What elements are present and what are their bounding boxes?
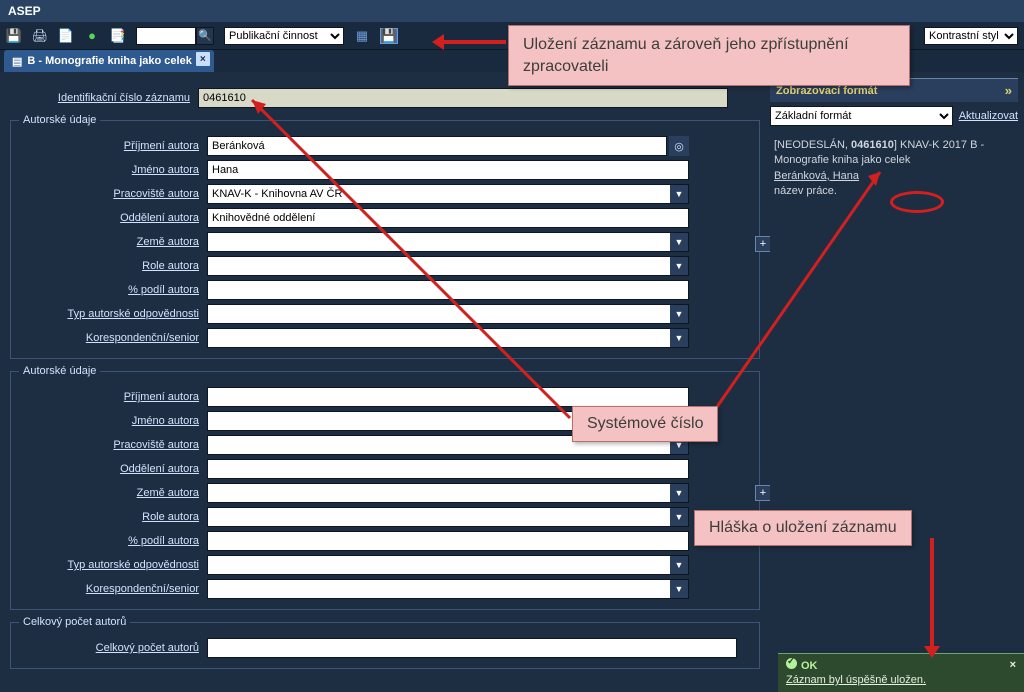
- save-publish-icon[interactable]: 💾: [380, 28, 398, 44]
- chevron-down-icon: ▼: [670, 580, 688, 598]
- department-field[interactable]: [207, 208, 689, 228]
- chevron-down-icon: ▼: [670, 508, 688, 526]
- callout-sysnum: Systémové číslo: [572, 406, 718, 442]
- department-label: Oddělení autora: [19, 212, 207, 224]
- country-label-2: Země autora: [19, 487, 207, 499]
- firstname-label-2: Jméno autora: [19, 415, 207, 427]
- resp-label: Typ autorské odpovědnosti: [19, 308, 207, 320]
- tab-close-icon[interactable]: ×: [196, 52, 210, 66]
- country-select-2[interactable]: ▼: [207, 483, 689, 503]
- toast-message: Záznam byl úspěšně uložen.: [786, 674, 1016, 686]
- chevron-down-icon: ▼: [670, 305, 688, 323]
- id-field: [198, 88, 728, 108]
- author-legend-2: Autorské údaje: [19, 365, 100, 377]
- role-select[interactable]: ▼: [207, 256, 689, 276]
- surname-label-2: Příjmení autora: [19, 391, 207, 403]
- corr-select[interactable]: ▼: [207, 328, 689, 348]
- format-select[interactable]: Základní formát: [770, 106, 953, 126]
- ok-toast: OK × Záznam byl úspěšně uložen.: [778, 653, 1024, 692]
- copy-icon[interactable]: 📄: [58, 28, 74, 44]
- print-icon[interactable]: 🖨: [32, 28, 48, 44]
- corr-label-2: Korespondenční/senior: [19, 583, 207, 595]
- total-group: Celkový počet autorů Celkový počet autor…: [10, 616, 760, 669]
- tab-monograph[interactable]: ▤ B - Monografie kniha jako celek ×: [4, 50, 214, 72]
- tab-doc-icon: ▤: [12, 55, 22, 68]
- author-legend-1: Autorské údaje: [19, 114, 100, 126]
- repeat-controls-2: + − ↕: [755, 485, 770, 501]
- department-label-2: Oddělení autora: [19, 463, 207, 475]
- author-group-1: Autorské údaje Příjmení autora ◎ Jméno a…: [10, 114, 760, 359]
- side-pane: Zobrazovací formát » Základní formát Akt…: [770, 72, 1024, 692]
- surname-field[interactable]: [207, 136, 667, 156]
- check-icon[interactable]: ●: [84, 28, 100, 44]
- firstname-field[interactable]: [207, 160, 689, 180]
- share-label: % podíl autora: [19, 284, 207, 296]
- search-input[interactable]: [136, 27, 196, 45]
- ok-check-icon: [786, 658, 797, 669]
- preview-status: [NEODESLÁN,: [774, 139, 848, 151]
- chevron-down-icon: ▼: [670, 185, 688, 203]
- department-field-2[interactable]: [207, 459, 689, 479]
- share-field[interactable]: [207, 280, 689, 300]
- chevron-down-icon: ▼: [670, 484, 688, 502]
- firstname-label: Jméno autora: [19, 164, 207, 176]
- workplace-value: KNAV-K - Knihovna AV ČR: [212, 188, 342, 200]
- add-button[interactable]: +: [755, 485, 770, 501]
- corr-label: Korespondenční/senior: [19, 332, 207, 344]
- side-panel-title: Zobrazovací formát: [776, 85, 877, 97]
- app-title: ASEP: [0, 0, 1024, 22]
- workplace-label: Pracoviště autora: [19, 188, 207, 200]
- surname-label: Příjmení autora: [19, 140, 207, 152]
- role-select-2[interactable]: ▼: [207, 507, 689, 527]
- tab-label: B - Monografie kniha jako celek: [27, 55, 191, 67]
- repeat-controls-1: + − ↕: [755, 236, 770, 252]
- preview-author[interactable]: Beránková, Hana: [774, 170, 859, 182]
- surname-field-2[interactable]: [207, 387, 689, 407]
- collapse-icon[interactable]: »: [1005, 83, 1012, 98]
- country-label: Země autora: [19, 236, 207, 248]
- export-icon[interactable]: 📑: [110, 28, 126, 44]
- resp-label-2: Typ autorské odpovědnosti: [19, 559, 207, 571]
- resp-select[interactable]: ▼: [207, 304, 689, 324]
- search-group: 🔍: [136, 27, 214, 45]
- role-label: Role autora: [19, 260, 207, 272]
- ok-label: OK: [801, 660, 818, 672]
- form-pane: Identifikační číslo záznamu Autorské úda…: [0, 72, 770, 692]
- activity-select[interactable]: Publikační činnost: [224, 27, 344, 45]
- chevron-down-icon: ▼: [670, 257, 688, 275]
- total-legend: Celkový počet autorů: [19, 616, 130, 628]
- save-icon[interactable]: 💾: [6, 28, 22, 44]
- total-field[interactable]: [207, 638, 737, 658]
- search-button[interactable]: 🔍: [196, 27, 214, 45]
- author-group-2: Autorské údaje Příjmení autora Jméno aut…: [10, 365, 760, 610]
- add-button[interactable]: +: [755, 236, 770, 252]
- chevron-down-icon: ▼: [670, 233, 688, 251]
- callout-okmsg: Hláška o uložení záznamu: [694, 510, 912, 546]
- share-field-2[interactable]: [207, 531, 689, 551]
- refresh-link[interactable]: Aktualizovat: [959, 106, 1018, 126]
- workplace-select[interactable]: KNAV-K - Knihovna AV ČR ▼: [207, 184, 689, 204]
- callout-save: Uložení záznamu a zároveň jeho zpřístupn…: [508, 25, 910, 86]
- total-label: Celkový počet autorů: [19, 642, 207, 654]
- contrast-select[interactable]: Kontrastní styl: [924, 27, 1018, 45]
- side-panel-controls: Základní formát Aktualizovat: [770, 102, 1018, 130]
- country-select[interactable]: ▼: [207, 232, 689, 252]
- chevron-down-icon: ▼: [670, 556, 688, 574]
- corr-select-2[interactable]: ▼: [207, 579, 689, 599]
- id-label: Identifikační číslo záznamu: [10, 92, 198, 104]
- preview-sysnum: 0461610: [851, 139, 894, 151]
- grid-icon[interactable]: ▦: [354, 28, 370, 44]
- lookup-icon[interactable]: ◎: [669, 136, 689, 156]
- toast-close-icon[interactable]: ×: [1010, 659, 1016, 671]
- role-label-2: Role autora: [19, 511, 207, 523]
- preview-title: název práce.: [774, 185, 837, 197]
- share-label-2: % podíl autora: [19, 535, 207, 547]
- resp-select-2[interactable]: ▼: [207, 555, 689, 575]
- sysnum-highlight-circle: [890, 191, 944, 213]
- record-preview: [NEODESLÁN, 0461610] KNAV-K 2017 B - Mon…: [770, 130, 1018, 208]
- workplace-label-2: Pracoviště autora: [19, 439, 207, 451]
- chevron-down-icon: ▼: [670, 329, 688, 347]
